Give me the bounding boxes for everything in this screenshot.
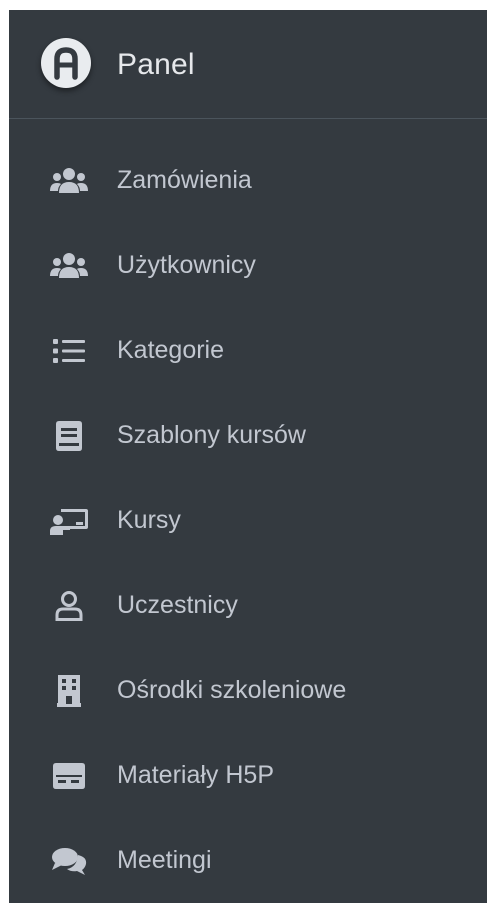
sidebar-item-uczestnicy[interactable]: Uczestnicy [9,563,487,648]
sidebar-item-label: Użytkownicy [117,251,256,279]
sidebar-item-kursy[interactable]: Kursy [9,478,487,563]
comments-icon [49,841,89,881]
building-icon [49,671,89,711]
sidebar-item-meetingi[interactable]: Meetingi [9,818,487,903]
sidebar: Panel Zamówienia Użytkownicy Kategorie S… [9,10,487,903]
sidebar-item-label: Szablony kursów [117,421,306,449]
circle-a-logo-icon [41,38,91,88]
brand-title: Panel [117,48,195,81]
chalkboard-teacher-icon [49,501,89,541]
sidebar-item-label: Kursy [117,506,181,534]
sidebar-item-label: Kategorie [117,336,225,364]
sidebar-nav: Zamówienia Użytkownicy Kategorie Szablon… [9,138,487,903]
brand-link[interactable]: Panel [9,10,487,119]
sidebar-item-uzytkownicy[interactable]: Użytkownicy [9,223,487,308]
sidebar-item-label: Zamówienia [117,166,252,194]
sidebar-item-kategorie[interactable]: Kategorie [9,308,487,393]
sidebar-item-zamowienia[interactable]: Zamówienia [9,138,487,223]
users-icon [49,161,89,201]
sidebar-item-materialy-h5p[interactable]: Materiały H5P [9,733,487,818]
sidebar-item-label: Uczestnicy [117,591,238,619]
users-icon [49,246,89,286]
list-icon [49,331,89,371]
book-icon [49,416,89,456]
sidebar-item-label: Materiały H5P [117,761,274,789]
user-icon [49,586,89,626]
sidebar-item-osrodki-szkoleniowe[interactable]: Ośrodki szkoleniowe [9,648,487,733]
sidebar-item-szablony-kursow[interactable]: Szablony kursów [9,393,487,478]
sidebar-item-label: Meetingi [117,846,212,874]
sidebar-item-label: Ośrodki szkoleniowe [117,676,347,704]
hdd-icon [49,756,89,796]
